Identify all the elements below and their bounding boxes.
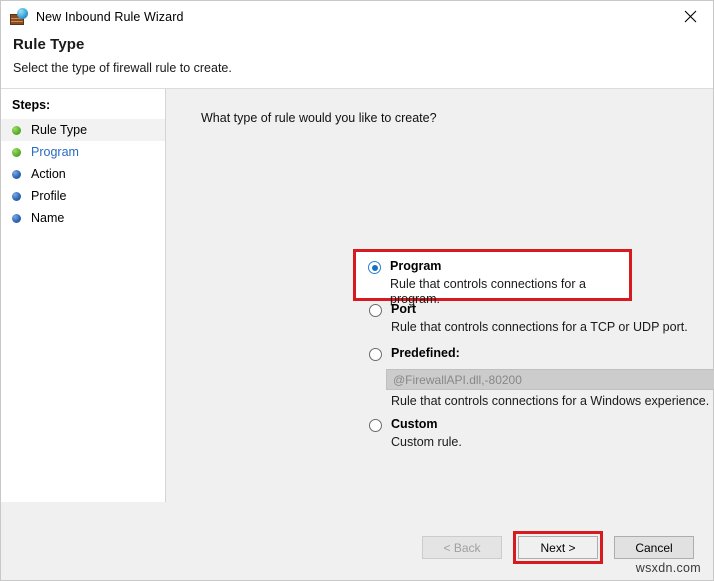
radio-custom[interactable] <box>369 419 382 432</box>
radio-port[interactable] <box>369 304 382 317</box>
page-header: Rule Type Select the type of firewall ru… <box>1 33 713 89</box>
step-bullet-icon <box>12 192 21 201</box>
radio-program[interactable] <box>368 261 381 274</box>
footer-buttons: < Back Next > Cancel <box>422 502 713 564</box>
step-bullet-icon <box>12 126 21 135</box>
step-bullet-icon <box>12 170 21 179</box>
watermark: wsxdn.com <box>636 561 701 575</box>
option-title: Program <box>390 259 441 274</box>
sidebar-item-action[interactable]: Action <box>1 163 165 185</box>
firewall-rule-icon <box>10 8 28 26</box>
predefined-rule-dropdown[interactable]: @FirewallAPI.dll,-80200 <box>386 369 714 390</box>
wizard-body: Steps: Rule Type Program Action Profile … <box>1 89 713 502</box>
sidebar-item-label: Name <box>31 211 64 225</box>
sidebar-item-profile[interactable]: Profile <box>1 185 165 207</box>
steps-sidebar: Steps: Rule Type Program Action Profile … <box>1 89 166 502</box>
predefined-description: Rule that controls connections for a Win… <box>391 394 709 408</box>
steps-heading: Steps: <box>1 95 165 119</box>
wizard-footer: < Back Next > Cancel wsxdn.com <box>1 502 713 580</box>
step-bullet-icon <box>12 214 21 223</box>
rule-type-option-program[interactable]: Program Rule that controls connections f… <box>353 249 632 301</box>
rule-type-option-predefined[interactable]: Predefined: <box>369 346 460 361</box>
sidebar-item-label: Rule Type <box>31 123 87 137</box>
option-title: Port <box>391 302 416 317</box>
sidebar-item-label: Program <box>31 145 79 159</box>
sidebar-item-name[interactable]: Name <box>1 207 165 229</box>
sidebar-item-rule-type[interactable]: Rule Type <box>1 119 165 141</box>
cancel-button[interactable]: Cancel <box>614 536 694 559</box>
sidebar-item-program[interactable]: Program <box>1 141 165 163</box>
back-button[interactable]: < Back <box>422 536 502 559</box>
option-description: Custom rule. <box>391 435 462 450</box>
sidebar-item-label: Action <box>31 167 66 181</box>
option-title: Custom <box>391 417 438 432</box>
page-subtitle: Select the type of firewall rule to crea… <box>13 61 713 75</box>
rule-type-option-custom[interactable]: Custom Custom rule. <box>369 417 462 450</box>
option-description: Rule that controls connections for a TCP… <box>391 320 688 335</box>
step-bullet-icon <box>12 148 21 157</box>
page-title: Rule Type <box>13 36 713 53</box>
content-question: What type of rule would you like to crea… <box>166 89 713 125</box>
content-pane: What type of rule would you like to crea… <box>166 89 713 502</box>
rule-type-option-port[interactable]: Port Rule that controls connections for … <box>369 302 688 335</box>
option-title: Predefined: <box>391 346 460 361</box>
title-bar: New Inbound Rule Wizard <box>1 1 713 33</box>
next-button[interactable]: Next > <box>518 536 598 559</box>
new-inbound-rule-wizard-window: New Inbound Rule Wizard Rule Type Select… <box>0 0 714 581</box>
dropdown-selected-value: @FirewallAPI.dll,-80200 <box>387 373 522 387</box>
sidebar-item-label: Profile <box>31 189 66 203</box>
radio-predefined[interactable] <box>369 348 382 361</box>
close-icon[interactable] <box>667 1 713 32</box>
next-button-highlight: Next > <box>513 531 603 564</box>
window-title: New Inbound Rule Wizard <box>36 10 184 24</box>
